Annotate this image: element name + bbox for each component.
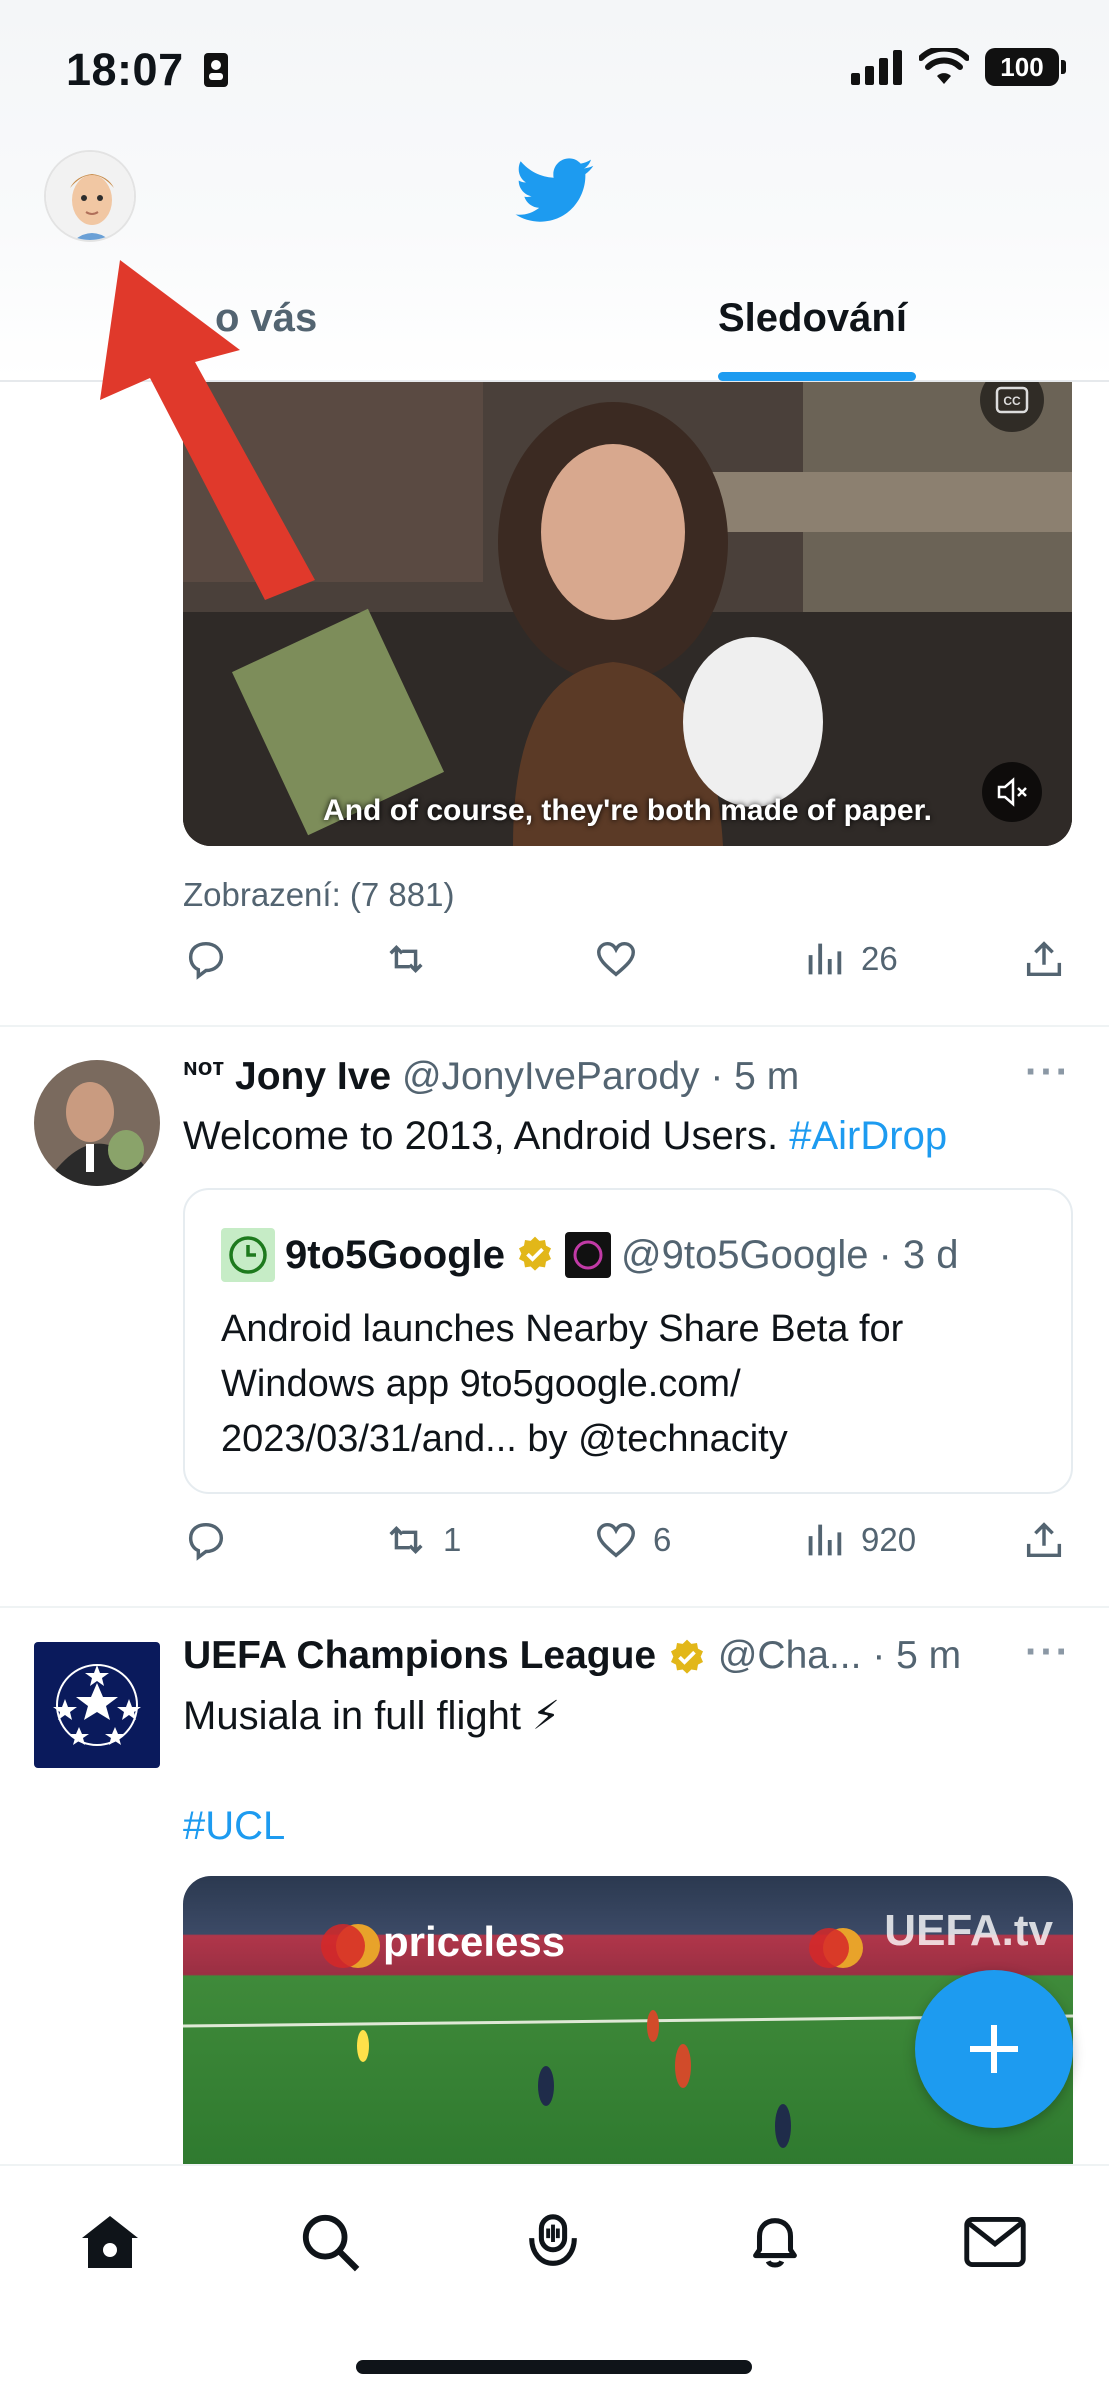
reply-icon [188, 1522, 224, 1561]
quote-text: Android launches Nearby Share Beta for W… [221, 1308, 904, 1461]
views-count: 920 [861, 1521, 917, 1558]
closed-captions-icon: CC [995, 386, 1029, 414]
retweet-icon [389, 945, 423, 973]
analytics-icon [808, 1524, 842, 1556]
tweet-header-3: UEFA Champions League @Cha... · 5 m [183, 1634, 961, 1678]
active-tab-indicator [718, 372, 916, 381]
nav-home[interactable] [70, 2202, 150, 2282]
home-icon [82, 2216, 138, 2268]
mail-icon [964, 2216, 1026, 2268]
status-time: 18:07 [66, 44, 184, 95]
compose-plus-icon [970, 2025, 1018, 2073]
mute-button[interactable] [982, 762, 1042, 822]
quote-author-handle: @9to5Google [621, 1232, 869, 1277]
search-icon [302, 2214, 360, 2272]
share-icon [1026, 1522, 1062, 1558]
id-card-icon [204, 53, 228, 87]
champions-league-logo-icon [53, 1664, 141, 1746]
tweet-avatar-jony-ive[interactable] [34, 1060, 160, 1186]
tweet-header-2: ɴᴏᴛ Jony Ive @JonyIveParody · 5 m [183, 1054, 799, 1099]
tweet-text: Welcome to 2013, Android Users. #AirDrop [183, 1110, 947, 1162]
wifi-icon [919, 48, 969, 84]
watermark-text: UEFA.tv [884, 1906, 1053, 1955]
tweet-divider [0, 1025, 1109, 1027]
tab-following[interactable]: Sledování [718, 296, 907, 341]
compose-tweet-button[interactable] [915, 1970, 1073, 2128]
share-button[interactable] [1021, 1517, 1067, 1563]
reply-button[interactable] [183, 1517, 229, 1563]
home-indicator [356, 2360, 752, 2374]
bottom-tab-bar [0, 2164, 1109, 2400]
google-affiliate-badge-icon [565, 1232, 612, 1278]
nav-messages[interactable] [955, 2202, 1035, 2282]
views-count: 26 [861, 940, 898, 977]
tweet-actions-1: 26 [183, 936, 1073, 996]
like-button[interactable] [593, 936, 639, 982]
tweet-divider [0, 1606, 1109, 1608]
like-count: 6 [653, 1521, 672, 1558]
speaker-muted-icon [997, 777, 1027, 807]
hashtag-link[interactable]: #UCL [183, 1800, 285, 1852]
views-button[interactable]: 26 [801, 936, 898, 982]
tweet-time: · 5 m [872, 1634, 962, 1677]
author-name[interactable]: UEFA Champions League [183, 1634, 656, 1677]
views-button[interactable]: 920 [801, 1517, 916, 1563]
retweet-button[interactable]: 1 [383, 1517, 461, 1563]
verified-badge-icon [670, 1639, 703, 1674]
more-options-button[interactable]: ··· [1025, 1630, 1071, 1675]
author-name[interactable]: Jony Ive [235, 1055, 391, 1098]
svg-text:CC: CC [1003, 394, 1021, 408]
more-options-button[interactable]: ··· [1025, 1050, 1071, 1095]
spaces-icon [529, 2214, 577, 2266]
reply-icon [188, 941, 224, 980]
memoji-avatar-icon [46, 152, 134, 240]
share-icon [1026, 941, 1062, 977]
like-button[interactable]: 6 [593, 1517, 671, 1563]
verified-badge-icon [519, 1236, 552, 1271]
ad-board-text: priceless [383, 1918, 566, 1965]
name-prefix: ɴᴏᴛ [183, 1054, 225, 1081]
profile-avatar[interactable] [44, 150, 136, 242]
video-caption: And of course, they're both made of pape… [323, 794, 932, 827]
quote-header: 9to5Google @9to5Google · 3 d [221, 1228, 959, 1282]
share-button[interactable] [1021, 936, 1067, 982]
battery-indicator: 100 [985, 48, 1066, 86]
nav-search[interactable] [290, 2202, 370, 2282]
retweet-icon [389, 1526, 423, 1554]
bell-icon [753, 2218, 797, 2268]
heart-icon [597, 1522, 635, 1558]
author-handle[interactable]: @Cha... [718, 1634, 862, 1677]
heart-icon [597, 941, 635, 977]
nav-spaces[interactable] [513, 2202, 593, 2282]
quote-time: · 3 d [878, 1232, 959, 1277]
tweet-actions-2: 1 6 920 [183, 1517, 1073, 1577]
view-count: Zobrazení: (7 881) [183, 876, 455, 913]
reply-button[interactable] [183, 936, 229, 982]
quote-author-name: 9to5Google [285, 1232, 506, 1277]
9to5google-logo-icon [221, 1228, 275, 1282]
tweet-body: Musiala in full flight ⚡ [183, 1694, 561, 1738]
nav-notifications[interactable] [735, 2202, 815, 2282]
cellular-signal-icon [851, 50, 902, 85]
tweet-time: · 5 m [710, 1055, 800, 1098]
tweet-body: Welcome to 2013, Android Users. [183, 1114, 790, 1158]
twitter-bird-icon[interactable] [515, 158, 595, 224]
retweet-count: 1 [443, 1521, 462, 1558]
tweet-avatar-ucl[interactable] [34, 1642, 160, 1768]
retweet-button[interactable] [383, 936, 429, 982]
annotation-arrow-icon [100, 260, 315, 600]
user-photo-icon [34, 1060, 160, 1186]
status-icons: 100 [851, 48, 1066, 86]
author-handle[interactable]: @JonyIveParody [402, 1055, 700, 1098]
quoted-tweet[interactable]: 9to5Google @9to5Google · 3 d Android lau… [183, 1188, 1073, 1494]
hashtag-link[interactable]: #AirDrop [789, 1114, 947, 1158]
analytics-icon [808, 943, 842, 975]
